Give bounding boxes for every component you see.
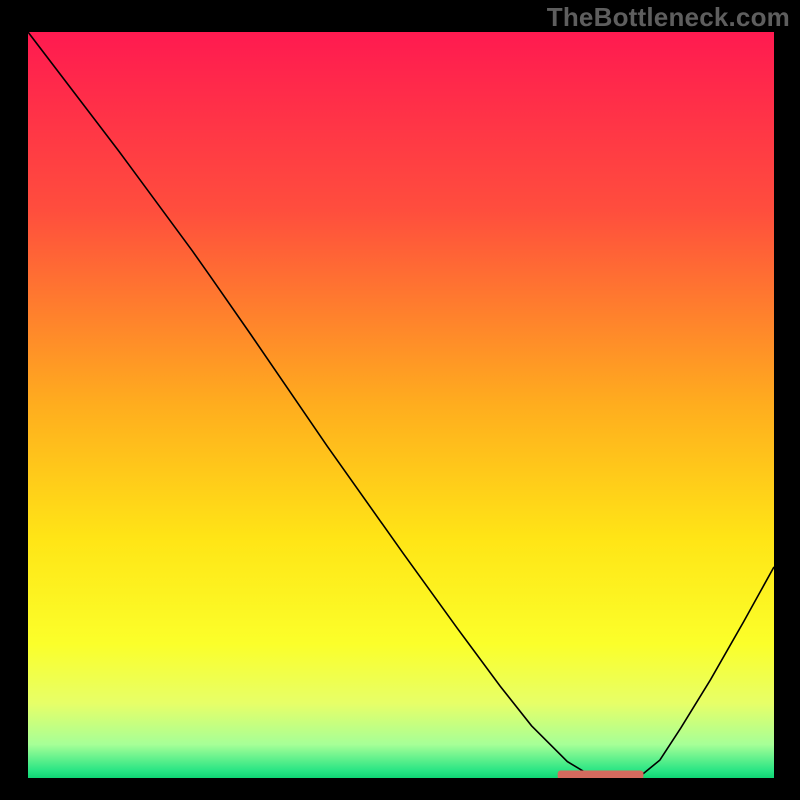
- optimal-range-marker: [558, 771, 644, 778]
- chart-plot-area: [28, 32, 774, 778]
- watermark-text: TheBottleneck.com: [547, 2, 790, 33]
- gradient-background: [28, 32, 774, 778]
- chart-frame: TheBottleneck.com: [0, 0, 800, 800]
- chart-svg: [28, 32, 774, 778]
